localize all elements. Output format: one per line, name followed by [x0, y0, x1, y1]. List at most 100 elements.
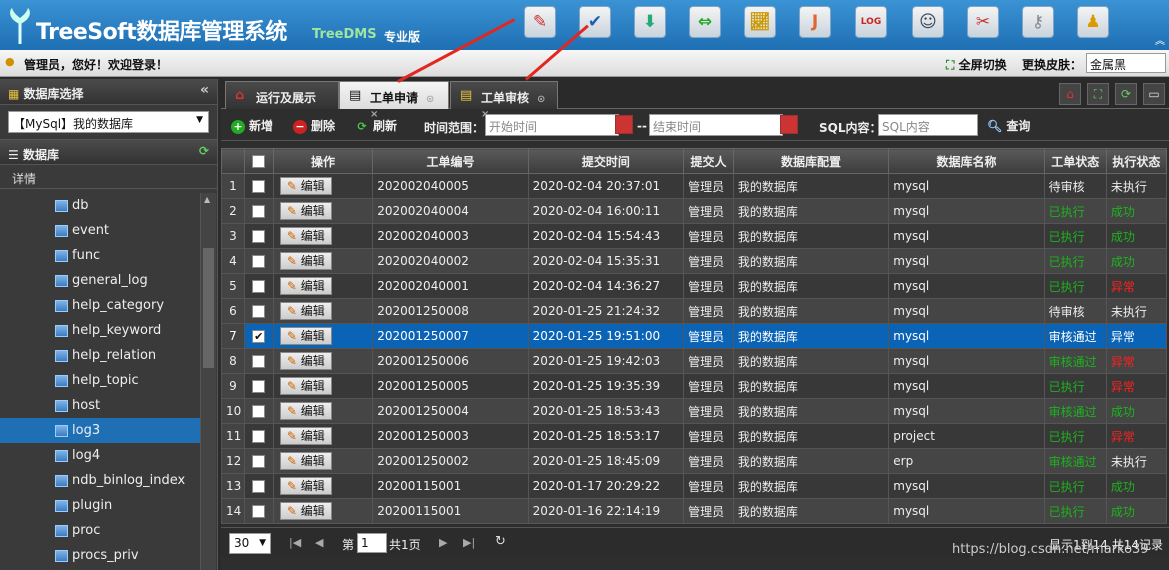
scroll-thumb[interactable]	[203, 248, 214, 368]
col-header[interactable]: 工单编号	[372, 148, 529, 174]
table-row[interactable]: 5 ✎ 编辑 202002040001 2020-02-04 14:36:27 管理员我…	[221, 273, 1168, 299]
next-page-icon[interactable]: ▶	[439, 536, 447, 549]
sync-icon[interactable]: ⇔	[689, 6, 721, 38]
row-checkbox[interactable]	[243, 348, 274, 374]
row-checkbox[interactable]	[243, 473, 274, 499]
tree-scrollbar[interactable]: ▲	[200, 193, 216, 570]
col-header[interactable]: 执行状态	[1105, 148, 1168, 174]
tree-item[interactable]: help_keyword	[0, 318, 200, 343]
edit-button[interactable]: ✎ 编辑	[279, 477, 332, 495]
window-icon[interactable]: ▭	[1143, 83, 1165, 105]
table-row[interactable]: 8 ✎ 编辑 202001250006 2020-01-25 19:42:03 管理员我…	[221, 348, 1168, 374]
tree-item[interactable]: log3	[0, 418, 200, 443]
end-time-input[interactable]: 结束时间	[649, 114, 783, 136]
col-header[interactable]: 提交时间	[527, 148, 685, 174]
prev-page-icon[interactable]: ◀	[315, 536, 323, 549]
col-header[interactable]: 操作	[272, 148, 374, 174]
edit-button[interactable]: ✎ 编辑	[279, 227, 332, 245]
table-row[interactable]: 10 ✎ 编辑 202001250004 2020-01-25 18:53:43 管理员…	[221, 398, 1168, 424]
tree-item[interactable]: event	[0, 218, 200, 243]
tree-item[interactable]: help_topic	[0, 368, 200, 393]
edit-button[interactable]: ✎ 编辑	[279, 177, 332, 195]
first-page-icon[interactable]: |◀	[289, 536, 301, 549]
table-row[interactable]: 3 ✎ 编辑 202002040003 2020-02-04 15:54:43 管理员我…	[221, 223, 1168, 249]
table-row[interactable]: 9 ✎ 编辑 202001250005 2020-01-25 19:35:39 管理员我…	[221, 373, 1168, 399]
row-checkbox[interactable]	[243, 173, 274, 199]
edit-button[interactable]: ✎ 编辑	[279, 402, 332, 420]
key-icon[interactable]: ⚷	[1022, 6, 1054, 38]
scroll-up-icon[interactable]: ▲	[204, 195, 210, 204]
help-icon[interactable]: ♟	[1077, 6, 1109, 38]
tab-run-display[interactable]: ⌂ 运行及展示	[225, 81, 339, 109]
col-header[interactable]: 提交人	[683, 148, 734, 174]
sql-edit-icon[interactable]: ✎	[524, 6, 556, 38]
log-icon[interactable]: LOG	[855, 6, 887, 38]
row-checkbox[interactable]	[243, 298, 274, 324]
tree-item[interactable]: db	[0, 193, 200, 218]
collapse-left-icon[interactable]: «	[200, 82, 209, 98]
chart-icon[interactable]: 📈︎	[744, 6, 776, 38]
page-size-select[interactable]: 30 ▼	[229, 533, 271, 554]
add-button[interactable]: + 新增	[231, 117, 273, 134]
start-time-input[interactable]: 开始时间	[485, 114, 619, 136]
tree-item[interactable]: ndb_binlog_index	[0, 468, 200, 493]
fullscreen-icon[interactable]: ⛶	[1087, 83, 1109, 105]
tree-item[interactable]: plugin	[0, 493, 200, 518]
edit-button[interactable]: ✎ 编辑	[279, 327, 332, 345]
database-select[interactable]: 【MySql】我的数据库 ▼	[8, 111, 209, 133]
col-header[interactable]: 工单状态	[1043, 148, 1107, 174]
reload-icon[interactable]: ↻	[495, 534, 506, 549]
tree-item[interactable]: proc	[0, 518, 200, 543]
row-checkbox[interactable]	[243, 373, 274, 399]
table-row[interactable]: 4 ✎ 编辑 202002040002 2020-02-04 15:35:31 管理员我…	[221, 248, 1168, 274]
table-row[interactable]: 7 ✔ ✎ 编辑 202001250007 2020-01-25 19:51:00 管理员…	[221, 323, 1168, 349]
col-header[interactable]: 数据库配置	[732, 148, 890, 174]
tree-item[interactable]: procs_priv	[0, 543, 200, 568]
table-row[interactable]: 11 ✎ 编辑 202001250003 2020-01-25 18:53:17 管理员…	[221, 423, 1168, 449]
tree-item[interactable]: log4	[0, 443, 200, 468]
tree-item[interactable]: help_category	[0, 293, 200, 318]
skin-select[interactable]: 金属黑	[1086, 53, 1166, 73]
col-header[interactable]: 数据库名称	[888, 148, 1045, 174]
tab-workorder-apply[interactable]: ▤ 工单申请 ⊙ ×	[339, 81, 449, 120]
row-checkbox[interactable]	[243, 273, 274, 299]
edit-button[interactable]: ✎ 编辑	[279, 377, 332, 395]
edit-button[interactable]: ✎ 编辑	[279, 502, 332, 520]
fullscreen-toggle[interactable]: ⛶ 全屏切换	[946, 56, 1007, 73]
refresh-icon[interactable]: ⟳	[1115, 83, 1137, 105]
tree-item[interactable]: help_relation	[0, 343, 200, 368]
table-row[interactable]: 2 ✎ 编辑 202002040004 2020-02-04 16:00:11 管理员我…	[221, 198, 1168, 224]
db-import-icon[interactable]: ⬇	[634, 6, 666, 38]
query-button[interactable]: 🔍︎ 查询	[987, 117, 1030, 134]
table-row[interactable]: 6 ✎ 编辑 202001250008 2020-01-25 21:24:32 管理员我…	[221, 298, 1168, 324]
home-icon[interactable]: ⌂	[1059, 83, 1081, 105]
table-row[interactable]: 13 ✎ 编辑 20200115001 2020-01-17 20:29:22 管理员我…	[221, 473, 1168, 499]
sql-input[interactable]: SQL内容	[878, 114, 978, 136]
table-row[interactable]: 14 ✎ 编辑 20200115001 2020-01-16 22:14:19 管理员我…	[221, 498, 1168, 524]
row-checkbox[interactable]	[243, 248, 274, 274]
table-row[interactable]: 1 ✎ 编辑 202002040005 2020-02-04 20:37:01 管理员我…	[221, 173, 1168, 199]
row-checkbox[interactable]	[243, 398, 274, 424]
edit-button[interactable]: ✎ 编辑	[279, 352, 332, 370]
edit-button[interactable]: ✎ 编辑	[279, 302, 332, 320]
row-checkbox[interactable]	[243, 448, 274, 474]
refresh-tree-icon[interactable]: ⟳	[199, 144, 209, 158]
row-checkbox[interactable]	[243, 198, 274, 224]
tree-item[interactable]: func	[0, 243, 200, 268]
collapse-header-icon[interactable]: ︽	[1155, 32, 1165, 47]
edit-button[interactable]: ✎ 编辑	[279, 202, 332, 220]
delete-button[interactable]: − 删除	[293, 117, 335, 134]
tree-item[interactable]: general_log	[0, 268, 200, 293]
row-checkbox[interactable]: ✔	[243, 323, 274, 349]
tab-workorder-audit[interactable]: ▤工单审核⊙ ×	[450, 81, 558, 120]
tools-icon[interactable]: ✂	[967, 6, 999, 38]
edit-button[interactable]: ✎ 编辑	[279, 427, 332, 445]
table-row[interactable]: 12 ✎ 编辑 202001250002 2020-01-25 18:45:09 管理员…	[221, 448, 1168, 474]
edit-button[interactable]: ✎ 编辑	[279, 452, 332, 470]
last-page-icon[interactable]: ▶|	[463, 536, 475, 549]
edit-button[interactable]: ✎ 编辑	[279, 252, 332, 270]
select-all-checkbox[interactable]	[243, 148, 274, 174]
row-checkbox[interactable]	[243, 223, 274, 249]
calendar-icon[interactable]	[780, 115, 798, 134]
refresh-button[interactable]: ⟳ 刷新	[355, 117, 397, 134]
